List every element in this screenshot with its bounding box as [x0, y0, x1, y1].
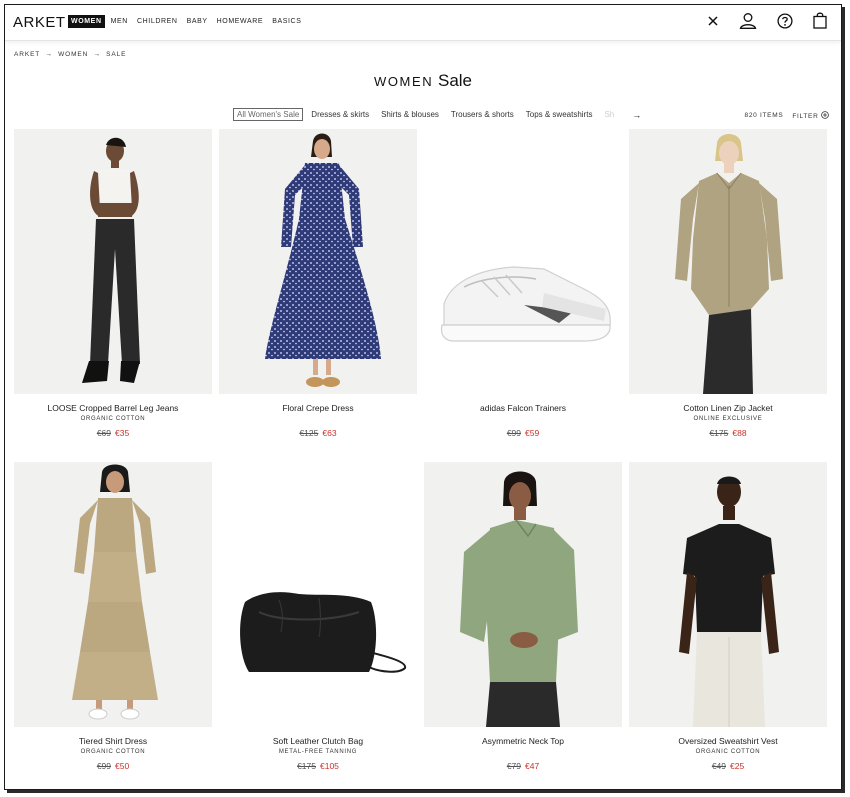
product-card[interactable]: Floral Crepe Dress €125 €63	[219, 129, 417, 462]
items-count: 820 ITEMS	[744, 112, 784, 119]
filter-chip-truncated[interactable]: Sh	[604, 110, 614, 119]
product-tag: ORGANIC COTTON	[80, 416, 146, 422]
page-title: WOMEN Sale	[5, 71, 841, 91]
original-price: €175	[297, 761, 316, 771]
product-card[interactable]: LOOSE Cropped Barrel Leg Jeans ORGANIC C…	[14, 129, 212, 462]
nav-item-children[interactable]: CHILDREN	[134, 15, 181, 28]
original-price: €125	[299, 428, 319, 438]
nav-item-homeware[interactable]: HOMEWARE	[214, 15, 267, 28]
product-card[interactable]: Cotton Linen Zip Jacket ONLINE EXCLUSIVE…	[629, 129, 827, 462]
product-tag: ORGANIC COTTON	[695, 749, 761, 755]
product-name[interactable]: adidas Falcon Trainers	[424, 403, 622, 413]
product-tag: ORGANIC COTTON	[80, 749, 146, 755]
product-image[interactable]	[629, 129, 827, 394]
product-card[interactable]: Oversized Sweatshirt Vest ORGANIC COTTON…	[629, 462, 827, 789]
page-title-sale: Sale	[437, 71, 473, 90]
filter-chip-all[interactable]: All Women's Sale	[233, 108, 304, 121]
product-name[interactable]: LOOSE Cropped Barrel Leg Jeans	[14, 403, 212, 413]
arrow-right-icon: →	[45, 51, 54, 58]
original-price: €79	[506, 761, 521, 771]
results-meta: 820 ITEMS FILTER	[745, 111, 829, 120]
arrow-right-icon: →	[93, 51, 102, 58]
original-price: €69	[96, 428, 111, 438]
product-name[interactable]: Asymmetric Neck Top	[424, 736, 622, 746]
main-nav: WOMEN MEN CHILDREN BABY HOMEWARE BASICS	[68, 15, 307, 28]
header-actions	[707, 12, 827, 29]
category-filter-bar: All Women's Sale Dresses & skirts Shirts…	[233, 108, 641, 121]
sale-price: €50	[115, 761, 130, 771]
product-card[interactable]: Asymmetric Neck Top €79 €47	[424, 462, 622, 789]
product-price: €175 €88	[629, 428, 827, 438]
sale-price: €35	[115, 428, 130, 438]
sale-price: €47	[525, 761, 540, 771]
filter-chip-trousers[interactable]: Trousers & shorts	[451, 110, 514, 119]
product-image[interactable]	[424, 129, 622, 394]
product-image[interactable]	[424, 462, 622, 727]
product-image[interactable]	[14, 129, 212, 394]
original-price: €99	[96, 761, 111, 771]
breadcrumb: ARKET → WOMEN → SALE	[14, 51, 126, 58]
product-price: €49 €25	[629, 761, 827, 771]
product-name[interactable]: Cotton Linen Zip Jacket	[629, 403, 827, 413]
product-image[interactable]	[219, 129, 417, 394]
product-grid: LOOSE Cropped Barrel Leg Jeans ORGANIC C…	[14, 129, 829, 789]
sale-price: €59	[525, 428, 540, 438]
nav-item-basics[interactable]: BASICS	[269, 15, 304, 28]
product-tag	[219, 416, 417, 423]
product-tag: METAL-FREE TANNING	[278, 749, 358, 755]
scroll-right-arrow-icon[interactable]: →	[632, 110, 641, 120]
product-image[interactable]	[629, 462, 827, 727]
shopping-bag-icon[interactable]	[813, 12, 827, 29]
breadcrumb-sale[interactable]: SALE	[106, 51, 126, 58]
product-price: €175 €105	[219, 761, 417, 771]
product-price: €99 €50	[14, 761, 212, 771]
product-price: €99 €59	[424, 428, 622, 438]
product-name[interactable]: Tiered Shirt Dress	[14, 736, 212, 746]
original-price: €175	[709, 428, 729, 438]
close-icon[interactable]	[707, 15, 719, 27]
sale-price: €63	[322, 428, 337, 438]
filter-chip-dresses[interactable]: Dresses & skirts	[311, 110, 369, 119]
page-title-category: WOMEN	[373, 74, 434, 89]
breadcrumb-arket[interactable]: ARKET	[14, 51, 40, 58]
original-price: €99	[506, 428, 521, 438]
filter-label: FILTER	[792, 113, 819, 120]
filter-button[interactable]: FILTER	[792, 111, 829, 120]
product-price: €79 €47	[424, 761, 622, 771]
plus-circle-icon	[821, 111, 829, 119]
sale-price: €88	[732, 428, 747, 438]
browser-viewport: ARKET WOMEN MEN CHILDREN BABY HOMEWARE B…	[4, 4, 842, 790]
product-tag	[424, 416, 622, 423]
nav-item-baby[interactable]: BABY	[184, 15, 211, 28]
filter-chip-shirts[interactable]: Shirts & blouses	[381, 110, 439, 119]
product-image[interactable]	[219, 462, 417, 727]
help-icon[interactable]	[777, 12, 793, 29]
filter-chip-tops[interactable]: Tops & sweatshirts	[526, 110, 593, 119]
product-name[interactable]: Oversized Sweatshirt Vest	[629, 736, 827, 746]
product-card[interactable]: adidas Falcon Trainers €99 €59	[424, 129, 622, 462]
original-price: €49	[711, 761, 726, 771]
nav-item-men[interactable]: MEN	[108, 15, 131, 28]
nav-item-women[interactable]: WOMEN	[68, 15, 105, 28]
product-card[interactable]: Soft Leather Clutch Bag METAL-FREE TANNI…	[219, 462, 417, 789]
breadcrumb-women[interactable]: WOMEN	[58, 51, 88, 58]
product-price: €125 €63	[219, 428, 417, 438]
product-price: €69 €35	[14, 428, 212, 438]
product-name[interactable]: Floral Crepe Dress	[219, 403, 417, 413]
product-tag: ONLINE EXCLUSIVE	[693, 416, 763, 422]
account-icon[interactable]	[739, 12, 757, 29]
sale-price: €25	[730, 761, 745, 771]
sale-price: €105	[320, 761, 339, 771]
product-name[interactable]: Soft Leather Clutch Bag	[219, 736, 417, 746]
product-tag	[424, 749, 622, 756]
site-header: ARKET WOMEN MEN CHILDREN BABY HOMEWARE B…	[5, 5, 841, 41]
product-card[interactable]: Tiered Shirt Dress ORGANIC COTTON €99 €50	[14, 462, 212, 789]
product-image[interactable]	[14, 462, 212, 727]
brand-logo[interactable]: ARKET	[13, 14, 66, 31]
